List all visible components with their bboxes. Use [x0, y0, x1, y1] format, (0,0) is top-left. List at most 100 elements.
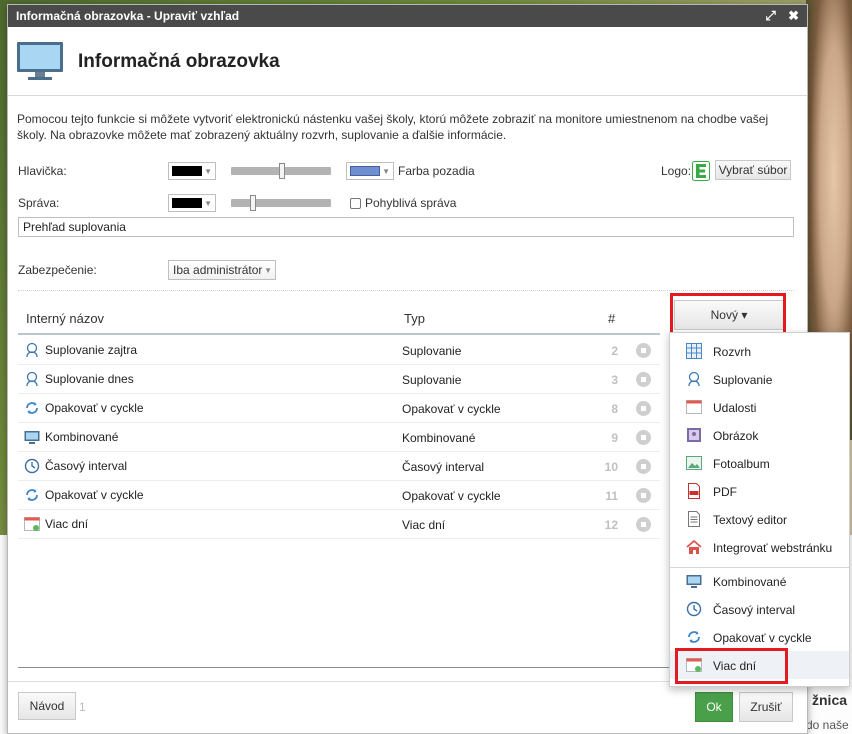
header-color-picker[interactable]: ▼	[168, 162, 216, 180]
menu-item-label: Suplovanie	[713, 373, 773, 387]
row-type: Suplovanie	[402, 373, 462, 387]
background-color-picker[interactable]: ▼	[346, 162, 394, 180]
row-number: 12	[604, 518, 618, 532]
message-text-input[interactable]: Prehľad suplovania	[18, 217, 794, 237]
menu-item-events[interactable]: Udalosti	[670, 393, 849, 421]
table-row[interactable]: Opakovať v cyckle Opakovať v cyckle 11	[18, 481, 660, 510]
row-number: 11	[605, 489, 618, 503]
table-row[interactable]: Viac dní Viac dní 12	[18, 510, 660, 539]
monitor-icon	[17, 42, 63, 80]
delete-row-icon[interactable]	[636, 517, 651, 532]
message-color-picker[interactable]: ▼	[168, 194, 216, 212]
security-select[interactable]: Iba administrátor ▼	[168, 260, 276, 280]
row-name: Viac dní	[45, 517, 89, 531]
menu-item-label: Rozvrh	[713, 345, 752, 359]
delete-row-icon[interactable]	[636, 488, 651, 503]
delete-row-icon[interactable]	[636, 459, 651, 474]
menu-item-label: Kombinované	[713, 575, 787, 589]
close-icon[interactable]: ✖	[788, 5, 799, 27]
menu-item-text-editor[interactable]: Textový editor	[670, 505, 849, 533]
monitor-icon	[686, 575, 702, 588]
menu-item-label: PDF	[713, 485, 737, 499]
table-header-divider	[18, 333, 660, 335]
header-slider-handle[interactable]	[279, 163, 285, 179]
menu-item-substitution[interactable]: Suplovanie	[670, 365, 849, 393]
menu-item-timetable[interactable]: Rozvrh	[670, 337, 849, 365]
table-row[interactable]: Suplovanie dnes Suplovanie 3	[18, 365, 660, 394]
table-row[interactable]: Časový interval Časový interval 10	[18, 452, 660, 481]
maximize-icon[interactable]: ⤢	[765, 5, 775, 27]
text-editor-icon	[688, 511, 700, 527]
delete-row-icon[interactable]	[636, 372, 651, 387]
picture-icon	[687, 428, 701, 442]
dialog-header: Informačná obrazovka	[8, 27, 807, 96]
security-label: Zabezpečenie:	[18, 263, 97, 277]
delete-row-icon[interactable]	[636, 343, 651, 358]
photo-album-icon	[686, 456, 702, 470]
cycle-icon	[688, 631, 700, 643]
dialog-footer: Návod 1 Ok Zrušiť	[8, 681, 807, 734]
menu-item-combined[interactable]: Kombinované	[670, 567, 849, 595]
row-name: Suplovanie dnes	[45, 372, 134, 386]
moving-message-checkbox[interactable]	[350, 198, 361, 209]
pdf-icon	[688, 483, 700, 499]
row-type: Časový interval	[402, 460, 485, 474]
message-slider-handle[interactable]	[250, 195, 256, 211]
chevron-down-icon: ▼	[204, 199, 212, 208]
menu-item-integrate-webpage[interactable]: Integrovať webstránku	[670, 533, 849, 561]
row-name: Kombinované	[45, 430, 119, 444]
substitution-icon	[26, 342, 38, 358]
dialog-title: Informačná obrazovka - Upraviť vzhľad	[16, 9, 240, 23]
background-color-swatch	[350, 166, 380, 176]
section-divider	[18, 290, 794, 291]
message-size-slider[interactable]	[231, 199, 331, 207]
delete-row-icon[interactable]	[636, 430, 651, 445]
table-row[interactable]: Opakovať v cyckle Opakovať v cyckle 8	[18, 394, 660, 423]
menu-item-picture[interactable]: Obrázok	[670, 421, 849, 449]
menu-item-label: Časový interval	[713, 603, 796, 617]
chevron-down-icon: ▼	[204, 167, 212, 176]
column-header-type[interactable]: Typ	[404, 311, 425, 326]
cycle-icon	[26, 489, 38, 501]
highlight-box	[675, 648, 788, 684]
chevron-down-icon: ▼	[264, 266, 272, 275]
highlight-box	[670, 293, 786, 335]
clock-icon	[24, 458, 40, 474]
dialog-titlebar[interactable]: Informačná obrazovka - Upraviť vzhľad ⤢ …	[8, 5, 807, 27]
menu-item-label: Fotoalbum	[713, 457, 770, 471]
row-number: 8	[611, 402, 618, 416]
ok-button[interactable]: Ok	[695, 692, 733, 722]
menu-item-pdf[interactable]: PDF	[670, 477, 849, 505]
cancel-button[interactable]: Zrušiť	[739, 692, 793, 722]
header-label: Hlavička:	[18, 164, 67, 178]
table-row[interactable]: Kombinované Kombinované 9	[18, 423, 660, 452]
chevron-down-icon: ▼	[382, 167, 390, 176]
menu-item-label: Udalosti	[713, 401, 757, 415]
calendar-icon	[686, 400, 702, 414]
menu-item-cycle[interactable]: Opakovať v cyckle	[670, 623, 849, 651]
help-button[interactable]: Návod	[18, 692, 76, 720]
row-number: 10	[604, 460, 618, 474]
page-title: Informačná obrazovka	[78, 51, 280, 72]
row-name: Opakovať v cyckle	[45, 488, 144, 502]
background-color-label: Farba pozadia	[398, 164, 475, 178]
menu-item-label: Integrovať webstránku	[713, 541, 833, 555]
choose-file-button[interactable]: Vybrať súbor	[715, 160, 791, 180]
menu-item-time-interval[interactable]: Časový interval	[670, 595, 849, 623]
menu-item-label: Textový editor	[713, 513, 788, 527]
delete-row-icon[interactable]	[636, 401, 651, 416]
clock-icon	[686, 601, 702, 617]
webpage-icon	[686, 539, 702, 554]
column-header-name[interactable]: Interný názov	[26, 311, 104, 326]
column-header-number[interactable]: #	[608, 311, 615, 326]
timetable-icon	[686, 343, 702, 359]
row-name: Suplovanie zajtra	[45, 343, 138, 357]
table-row[interactable]: Suplovanie zajtra Suplovanie 2	[18, 336, 660, 365]
page-number: 1	[79, 700, 86, 714]
menu-item-photo-album[interactable]: Fotoalbum	[670, 449, 849, 477]
description-text: Pomocou tejto funkcie si môžete vytvoriť…	[17, 112, 769, 142]
new-item-menu: Rozvrh Suplovanie Udalosti Obrázok Fotoa…	[669, 332, 850, 687]
row-name: Opakovať v cyckle	[45, 401, 144, 415]
cycle-icon	[26, 402, 38, 414]
row-number: 2	[611, 344, 618, 358]
